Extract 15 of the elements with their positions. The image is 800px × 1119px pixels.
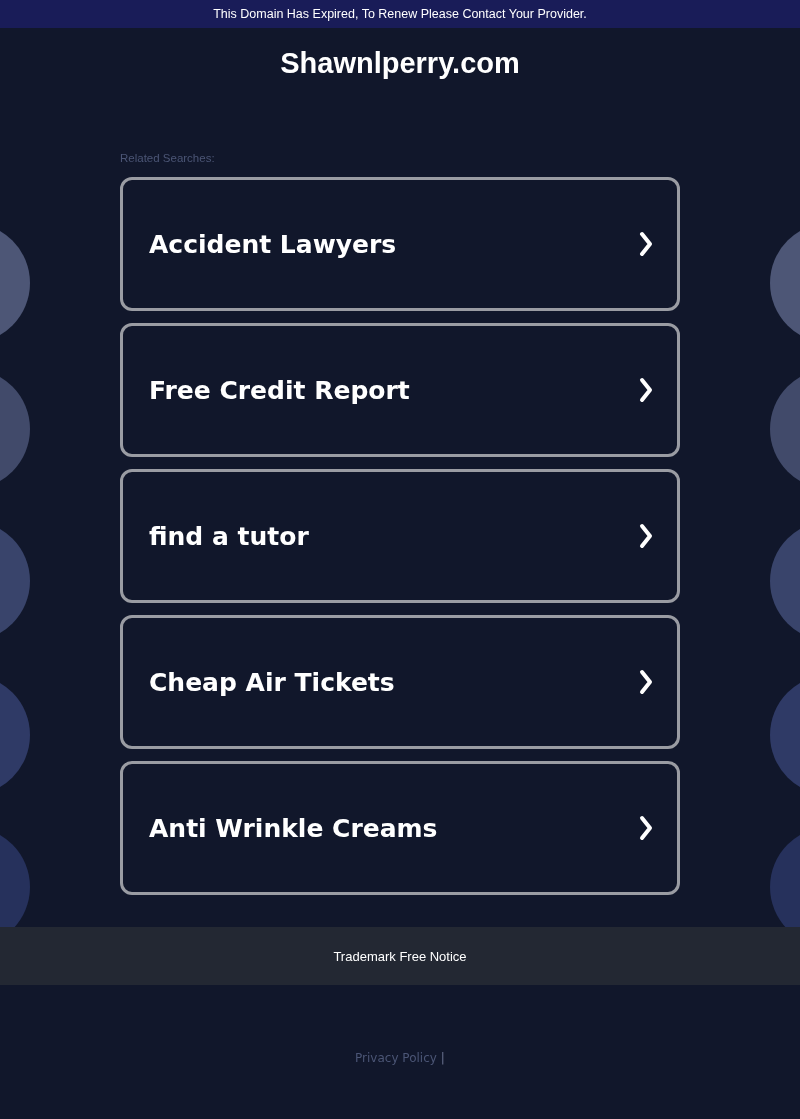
expiry-banner: This Domain Has Expired, To Renew Please Contact Your Provider. [0, 0, 800, 28]
chevron-right-icon [639, 815, 653, 841]
search-link[interactable]: Free Credit Report [120, 323, 680, 457]
chevron-right-icon [639, 377, 653, 403]
separator: | [440, 1051, 445, 1065]
related-searches-label: Related Searches: [120, 152, 216, 164]
search-link[interactable]: Anti Wrinkle Creams [120, 761, 680, 895]
site-title: Shawnlperry.com [279, 46, 521, 81]
chevron-right-icon [639, 523, 653, 549]
chevron-right-icon [639, 669, 653, 695]
search-link[interactable]: find a tutor [120, 469, 680, 603]
search-link[interactable]: Accident Lawyers [120, 177, 680, 311]
search-link[interactable]: Cheap Air Tickets [120, 615, 680, 749]
trademark-notice[interactable]: Trademark Free Notice [333, 948, 467, 964]
chevron-right-icon [639, 231, 653, 257]
